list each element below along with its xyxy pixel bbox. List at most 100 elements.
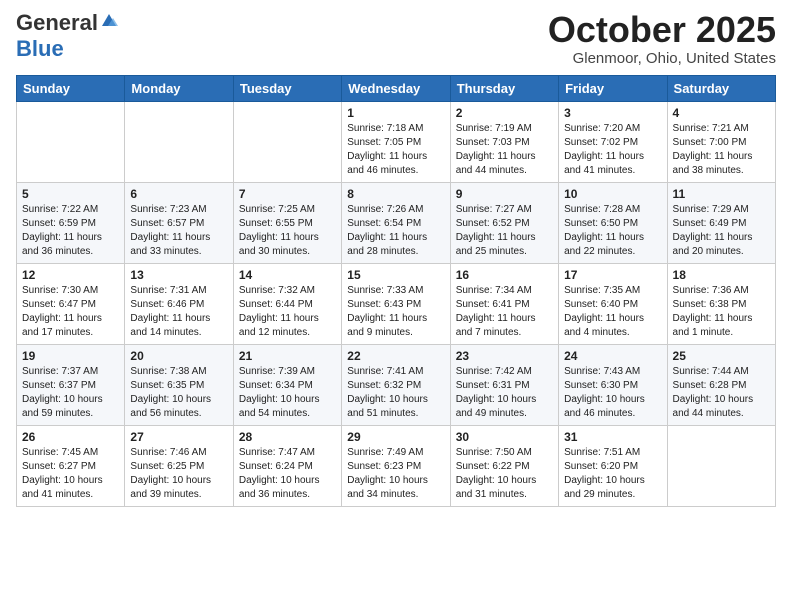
day-number: 25 bbox=[673, 349, 770, 363]
calendar-cell: 8 Sunrise: 7:26 AM Sunset: 6:54 PM Daylig… bbox=[342, 182, 450, 263]
day-info: Sunrise: 7:47 AM Sunset: 6:24 PM Dayligh… bbox=[239, 446, 336, 502]
day-info: Sunrise: 7:41 AM Sunset: 6:32 PM Dayligh… bbox=[347, 365, 444, 421]
title-block: October 2025 Glenmoor, Ohio, United Stat… bbox=[548, 10, 776, 67]
day-info: Sunrise: 7:38 AM Sunset: 6:35 PM Dayligh… bbox=[130, 365, 227, 421]
calendar-cell: 4 Sunrise: 7:21 AM Sunset: 7:00 PM Daylig… bbox=[667, 101, 775, 182]
day-number: 22 bbox=[347, 349, 444, 363]
calendar-cell: 13 Sunrise: 7:31 AM Sunset: 6:46 PM Dayli… bbox=[125, 263, 233, 344]
calendar-week-row: 26 Sunrise: 7:45 AM Sunset: 6:27 PM Dayli… bbox=[17, 425, 776, 506]
day-number: 20 bbox=[130, 349, 227, 363]
calendar-cell: 1 Sunrise: 7:18 AM Sunset: 7:05 PM Daylig… bbox=[342, 101, 450, 182]
day-number: 6 bbox=[130, 187, 227, 201]
calendar-header-row: SundayMondayTuesdayWednesdayThursdayFrid… bbox=[17, 75, 776, 101]
calendar-cell: 12 Sunrise: 7:30 AM Sunset: 6:47 PM Dayli… bbox=[17, 263, 125, 344]
calendar-cell: 18 Sunrise: 7:36 AM Sunset: 6:38 PM Dayli… bbox=[667, 263, 775, 344]
day-number: 18 bbox=[673, 268, 770, 282]
day-info: Sunrise: 7:23 AM Sunset: 6:57 PM Dayligh… bbox=[130, 203, 227, 259]
calendar-cell: 30Sunrise: 7:50 AM Sunset: 6:22 PM Dayli… bbox=[450, 425, 558, 506]
calendar-week-row: 12 Sunrise: 7:30 AM Sunset: 6:47 PM Dayli… bbox=[17, 263, 776, 344]
calendar-cell: 16Sunrise: 7:34 AM Sunset: 6:41 PM Dayli… bbox=[450, 263, 558, 344]
calendar-cell: 22 Sunrise: 7:41 AM Sunset: 6:32 PM Dayli… bbox=[342, 344, 450, 425]
day-number: 2 bbox=[456, 106, 553, 120]
day-info: Sunrise: 7:31 AM Sunset: 6:46 PM Dayligh… bbox=[130, 284, 227, 340]
calendar-cell: 9 Sunrise: 7:27 AM Sunset: 6:52 PM Daylig… bbox=[450, 182, 558, 263]
day-info: Sunrise: 7:27 AM Sunset: 6:52 PM Dayligh… bbox=[456, 203, 553, 259]
calendar-cell: 5 Sunrise: 7:22 AM Sunset: 6:59 PM Daylig… bbox=[17, 182, 125, 263]
calendar-cell: 25 Sunrise: 7:44 AM Sunset: 6:28 PM Dayli… bbox=[667, 344, 775, 425]
calendar-week-row: 5 Sunrise: 7:22 AM Sunset: 6:59 PM Daylig… bbox=[17, 182, 776, 263]
calendar-cell: 19 Sunrise: 7:37 AM Sunset: 6:37 PM Dayli… bbox=[17, 344, 125, 425]
calendar-cell bbox=[125, 101, 233, 182]
calendar-cell: 15 Sunrise: 7:33 AM Sunset: 6:43 PM Dayli… bbox=[342, 263, 450, 344]
day-number: 31 bbox=[564, 430, 661, 444]
day-info: Sunrise: 7:49 AM Sunset: 6:23 PM Dayligh… bbox=[347, 446, 444, 502]
day-info: Sunrise: 7:30 AM Sunset: 6:47 PM Dayligh… bbox=[22, 284, 119, 340]
day-number: 14 bbox=[239, 268, 336, 282]
calendar-table: SundayMondayTuesdayWednesdayThursdayFrid… bbox=[16, 75, 776, 507]
calendar-cell: 29 Sunrise: 7:49 AM Sunset: 6:23 PM Dayli… bbox=[342, 425, 450, 506]
calendar-cell: 14 Sunrise: 7:32 AM Sunset: 6:44 PM Dayli… bbox=[233, 263, 341, 344]
day-info: Sunrise: 7:20 AM Sunset: 7:02 PM Dayligh… bbox=[564, 122, 661, 178]
day-number: 26 bbox=[22, 430, 119, 444]
calendar-cell: 24Sunrise: 7:43 AM Sunset: 6:30 PM Dayli… bbox=[559, 344, 667, 425]
day-number: 23 bbox=[456, 349, 553, 363]
day-info: Sunrise: 7:25 AM Sunset: 6:55 PM Dayligh… bbox=[239, 203, 336, 259]
calendar-cell: 7 Sunrise: 7:25 AM Sunset: 6:55 PM Daylig… bbox=[233, 182, 341, 263]
day-number: 12 bbox=[22, 268, 119, 282]
day-header-thursday: Thursday bbox=[450, 75, 558, 101]
page: General Blue October 2025 Glenmoor, Ohio… bbox=[0, 0, 792, 612]
month-title: October 2025 bbox=[548, 10, 776, 50]
day-header-monday: Monday bbox=[125, 75, 233, 101]
day-number: 29 bbox=[347, 430, 444, 444]
logo: General Blue bbox=[16, 10, 118, 62]
calendar-cell: 6 Sunrise: 7:23 AM Sunset: 6:57 PM Daylig… bbox=[125, 182, 233, 263]
calendar-cell: 11Sunrise: 7:29 AM Sunset: 6:49 PM Dayli… bbox=[667, 182, 775, 263]
location: Glenmoor, Ohio, United States bbox=[548, 50, 776, 67]
logo-icon bbox=[100, 12, 118, 30]
day-info: Sunrise: 7:18 AM Sunset: 7:05 PM Dayligh… bbox=[347, 122, 444, 178]
day-number: 8 bbox=[347, 187, 444, 201]
day-number: 11 bbox=[673, 187, 770, 201]
day-info: Sunrise: 7:19 AM Sunset: 7:03 PM Dayligh… bbox=[456, 122, 553, 178]
day-number: 17 bbox=[564, 268, 661, 282]
day-info: Sunrise: 7:22 AM Sunset: 6:59 PM Dayligh… bbox=[22, 203, 119, 259]
day-number: 21 bbox=[239, 349, 336, 363]
day-number: 13 bbox=[130, 268, 227, 282]
calendar-cell: 28 Sunrise: 7:47 AM Sunset: 6:24 PM Dayli… bbox=[233, 425, 341, 506]
day-info: Sunrise: 7:50 AM Sunset: 6:22 PM Dayligh… bbox=[456, 446, 553, 502]
day-number: 7 bbox=[239, 187, 336, 201]
calendar-cell: 21Sunrise: 7:39 AM Sunset: 6:34 PM Dayli… bbox=[233, 344, 341, 425]
day-number: 1 bbox=[347, 106, 444, 120]
day-header-tuesday: Tuesday bbox=[233, 75, 341, 101]
calendar-cell: 17Sunrise: 7:35 AM Sunset: 6:40 PM Dayli… bbox=[559, 263, 667, 344]
day-info: Sunrise: 7:21 AM Sunset: 7:00 PM Dayligh… bbox=[673, 122, 770, 178]
calendar-cell: 3 Sunrise: 7:20 AM Sunset: 7:02 PM Daylig… bbox=[559, 101, 667, 182]
day-number: 16 bbox=[456, 268, 553, 282]
day-info: Sunrise: 7:43 AM Sunset: 6:30 PM Dayligh… bbox=[564, 365, 661, 421]
day-info: Sunrise: 7:33 AM Sunset: 6:43 PM Dayligh… bbox=[347, 284, 444, 340]
calendar-cell: 27Sunrise: 7:46 AM Sunset: 6:25 PM Dayli… bbox=[125, 425, 233, 506]
day-number: 28 bbox=[239, 430, 336, 444]
day-info: Sunrise: 7:45 AM Sunset: 6:27 PM Dayligh… bbox=[22, 446, 119, 502]
day-info: Sunrise: 7:37 AM Sunset: 6:37 PM Dayligh… bbox=[22, 365, 119, 421]
logo-blue-text: Blue bbox=[16, 36, 64, 61]
day-header-wednesday: Wednesday bbox=[342, 75, 450, 101]
day-number: 9 bbox=[456, 187, 553, 201]
calendar-cell bbox=[233, 101, 341, 182]
day-header-sunday: Sunday bbox=[17, 75, 125, 101]
day-number: 15 bbox=[347, 268, 444, 282]
calendar-cell bbox=[667, 425, 775, 506]
calendar-cell: 31Sunrise: 7:51 AM Sunset: 6:20 PM Dayli… bbox=[559, 425, 667, 506]
day-header-saturday: Saturday bbox=[667, 75, 775, 101]
day-number: 19 bbox=[22, 349, 119, 363]
day-number: 3 bbox=[564, 106, 661, 120]
day-info: Sunrise: 7:42 AM Sunset: 6:31 PM Dayligh… bbox=[456, 365, 553, 421]
calendar-cell: 20 Sunrise: 7:38 AM Sunset: 6:35 PM Dayli… bbox=[125, 344, 233, 425]
day-info: Sunrise: 7:28 AM Sunset: 6:50 PM Dayligh… bbox=[564, 203, 661, 259]
day-number: 5 bbox=[22, 187, 119, 201]
day-info: Sunrise: 7:26 AM Sunset: 6:54 PM Dayligh… bbox=[347, 203, 444, 259]
day-number: 4 bbox=[673, 106, 770, 120]
day-info: Sunrise: 7:44 AM Sunset: 6:28 PM Dayligh… bbox=[673, 365, 770, 421]
day-info: Sunrise: 7:32 AM Sunset: 6:44 PM Dayligh… bbox=[239, 284, 336, 340]
day-info: Sunrise: 7:36 AM Sunset: 6:38 PM Dayligh… bbox=[673, 284, 770, 340]
